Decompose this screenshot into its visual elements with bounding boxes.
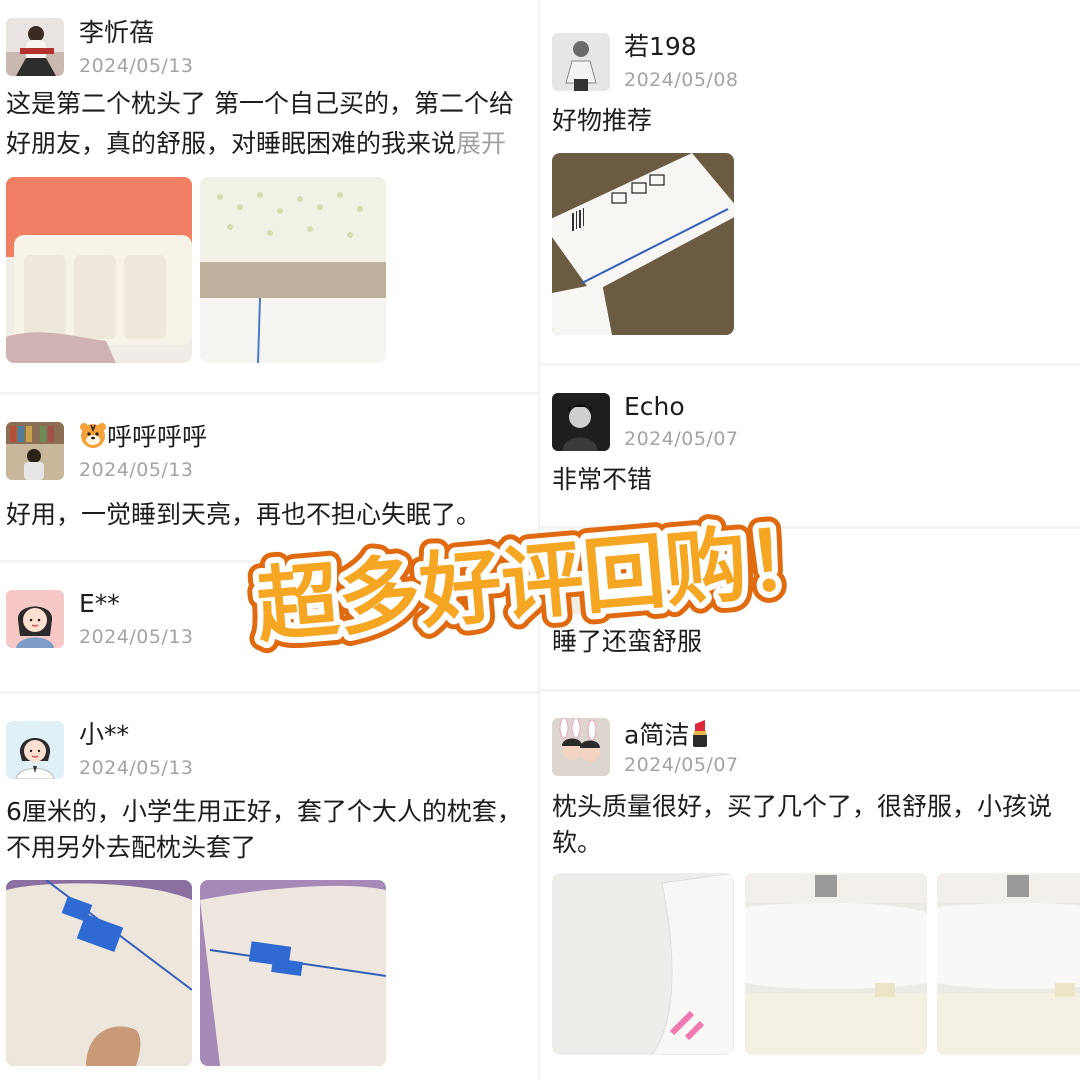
dark-portrait-avatar[interactable]	[552, 393, 610, 451]
pillow-edge-photo-2[interactable]	[937, 873, 1080, 1055]
expand-link[interactable]: 展开	[456, 129, 506, 158]
reviewer-name-row[interactable]: a简洁	[624, 718, 711, 755]
reviewer-name[interactable]: 小**	[79, 720, 129, 750]
review-date: 2024/05/13	[79, 626, 194, 648]
reviewer-name: a简洁	[624, 720, 690, 750]
reviewer-name[interactable]: E**	[79, 589, 120, 619]
pillow-package-photo[interactable]	[200, 177, 386, 363]
review-text-line: 6厘米的，小学生用正好，套了个大人的枕套，	[6, 797, 522, 826]
reviewer-name: 呼呼呼呼	[107, 422, 208, 452]
reviewer-name-row[interactable]: 呼呼呼呼	[79, 421, 207, 456]
reviewer-name[interactable]: Echo	[624, 392, 685, 422]
review-text-line: 枕头质量很好，买了几个了，很舒服，小孩说	[552, 792, 1053, 821]
review-card: 小** 2024/05/13 6厘米的，小学生用正好，套了个大人的枕套， 不用另…	[0, 694, 540, 1080]
review-text-line: 好物推荐	[552, 106, 653, 135]
review-date: 2024/05/08	[624, 69, 739, 91]
pillow-on-bed-photo[interactable]	[200, 880, 386, 1066]
pillow-in-hand-photo[interactable]	[6, 880, 192, 1066]
lipstick-emoji-icon	[689, 718, 711, 755]
pillow-edge-photo[interactable]	[745, 873, 927, 1055]
man-photo-avatar[interactable]	[552, 33, 610, 91]
kids-photo-avatar[interactable]	[552, 718, 610, 776]
cartoon-girl-avatar[interactable]	[6, 590, 64, 648]
pillow-bag-photo[interactable]	[552, 873, 734, 1055]
reviewer-name[interactable]: 若198	[624, 32, 697, 62]
bedroom-headboard-photo[interactable]	[6, 177, 192, 363]
review-card: 李忻蓓 2024/05/13 这是第二个枕头了 第一个自己买的，第二个给 好朋友…	[0, 0, 540, 392]
user-photo-avatar[interactable]	[6, 18, 64, 76]
reviewer-name[interactable]: 李忻蓓	[79, 18, 154, 48]
review-date: 2024/05/13	[79, 55, 194, 77]
review-date: 2024/05/13	[79, 459, 194, 481]
review-card: a简洁 2024/05/07 枕头质量很好，买了几个了，很舒服，小孩说 软。	[540, 692, 1080, 1080]
review-text-line: 不用另外去配枕头套了	[6, 833, 257, 862]
review-text-line: 这是第二个枕头了 第一个自己买的，第二个给	[6, 89, 514, 118]
tiger-emoji-icon	[79, 421, 107, 456]
review-text-line: 好朋友，真的舒服，对睡眠困难的我来说展开	[6, 126, 506, 162]
rolled-pillow-package-photo[interactable]	[552, 153, 734, 335]
review-text-line: 软。	[552, 828, 603, 857]
review-date: 2024/05/07	[624, 428, 739, 450]
reading-girl-avatar[interactable]	[6, 422, 64, 480]
cartoon-boy-avatar[interactable]	[6, 721, 64, 779]
review-card: 若198 2024/05/08 好物推荐	[540, 0, 1080, 363]
review-date: 2024/05/07	[624, 754, 739, 776]
review-text-segment: 好朋友，真的舒服，对睡眠困难的我来说	[6, 129, 457, 158]
review-date: 2024/05/13	[79, 757, 194, 779]
